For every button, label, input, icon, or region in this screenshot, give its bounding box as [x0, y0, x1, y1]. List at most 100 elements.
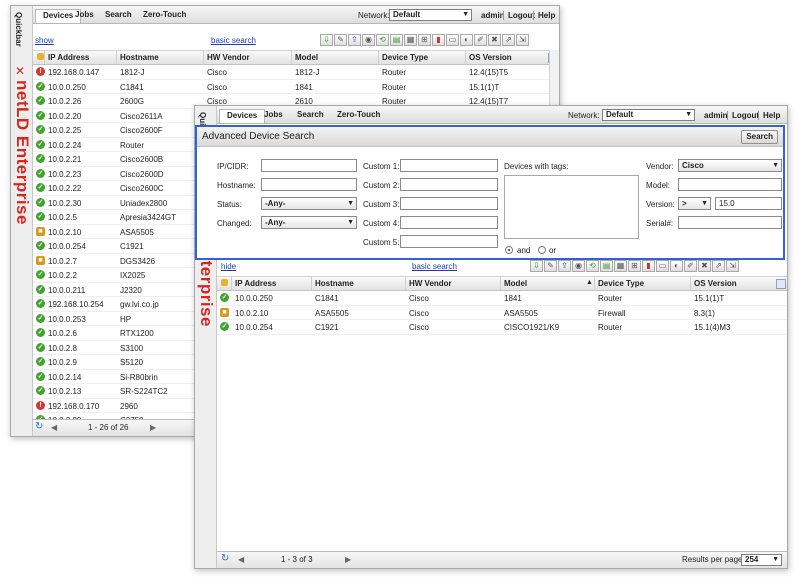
tree-icon[interactable]: ⊞ [628, 260, 641, 272]
column-header-os-version[interactable]: OS Version [694, 279, 737, 288]
cell-ip-address: 10.0.0.211 [48, 285, 86, 295]
tab-zero-touch[interactable]: Zero-Touch [143, 10, 186, 19]
column-header-device-type[interactable]: Device Type [598, 279, 644, 288]
import-icon[interactable]: ⇩ [320, 34, 333, 46]
column-header-ip-address[interactable]: IP Address [235, 279, 276, 288]
status-ok-icon: ✓ [36, 328, 45, 337]
cell-hostname: HP [120, 314, 132, 324]
column-header-hostname[interactable]: Hostname [120, 53, 159, 62]
discover-icon[interactable]: ✎ [544, 260, 557, 272]
backup-icon[interactable]: ⟲ [376, 34, 389, 46]
column-header-ip-address[interactable]: IP Address [48, 53, 89, 62]
report-icon[interactable]: ▭ [656, 260, 669, 272]
column-header-hw-vendor[interactable]: HW Vendor [207, 53, 250, 62]
status-column-icon[interactable] [221, 279, 228, 286]
column-header-hw-vendor[interactable]: HW Vendor [409, 279, 452, 288]
device-search-window-front: Quickbar ✕ netLD Enterprise Devices Jobs… [194, 105, 788, 569]
edit-icon[interactable]: ✐ [474, 34, 487, 46]
cell-ip-address: 10.0.2.5 [48, 213, 77, 222]
table-row[interactable]: ✓ 10.0.0.250 C1841 Cisco 1841 Router 15.1(1)T [217, 291, 787, 306]
previous-page-icon[interactable]: ◀ [51, 423, 57, 432]
column-header-os-version[interactable]: OS Version [469, 53, 512, 62]
status-ok-icon: ✓ [36, 371, 45, 381]
cell-hostname: Apresia3424GT [120, 213, 177, 222]
network-select[interactable]: Default ▼ [389, 9, 472, 21]
help-link[interactable]: Help [533, 11, 555, 20]
column-header-model[interactable]: Model [295, 53, 318, 62]
tab-search[interactable]: Search [105, 10, 132, 19]
show-search-toggle[interactable]: show [35, 36, 54, 45]
cell-hostname: Cisco2600D [120, 169, 164, 179]
export-icon[interactable]: ⇗ [712, 260, 725, 272]
script-icon[interactable]: ▤ [390, 34, 403, 46]
next-page-icon[interactable]: ▶ [150, 423, 156, 432]
results-per-page-label: Results per page: [682, 555, 745, 564]
backup-icon[interactable]: ⟲ [586, 260, 599, 272]
column-separator[interactable] [378, 51, 379, 64]
column-header-hostname[interactable]: Hostname [315, 279, 354, 288]
chart-icon[interactable]: ▮ [642, 260, 655, 272]
previous-page-icon[interactable]: ◀ [238, 555, 244, 564]
cell-ip-address: 192.168.10.254 [48, 300, 104, 309]
status-ok-icon: ✓ [36, 139, 45, 149]
status-ok-icon: ✓ [36, 96, 45, 105]
export-icon[interactable]: ⇗ [502, 34, 515, 46]
table-row[interactable]: ✓ 10.0.0.250 C1841 Cisco 1841 Router 15.1(1)T [33, 80, 559, 94]
grid-view-icon[interactable]: ▦ [404, 34, 417, 46]
edit-icon[interactable]: ✐ [684, 260, 697, 272]
more-icon[interactable]: ⇲ [726, 260, 739, 272]
column-separator[interactable] [690, 277, 691, 290]
column-separator[interactable] [116, 51, 117, 64]
table-row[interactable]: ■ 10.0.2.10 ASA5505 Cisco ASA5505 Firewall 8.3… [217, 306, 787, 320]
cell-hostname: ASA5505 [120, 227, 154, 237]
grid-view-icon[interactable]: ▦ [614, 260, 627, 272]
discover-icon[interactable]: ✎ [334, 34, 347, 46]
delete-icon[interactable]: ✖ [698, 260, 711, 272]
tree-icon[interactable]: ⊞ [418, 34, 431, 46]
admin-link[interactable]: admin [481, 11, 505, 20]
more-icon[interactable]: ⇲ [516, 34, 529, 46]
status-column-icon[interactable] [37, 53, 44, 60]
view-icon[interactable]: ◉ [572, 260, 585, 272]
column-separator[interactable] [405, 277, 406, 290]
refresh-icon[interactable]: ↻ [221, 553, 229, 564]
compliance-icon[interactable]: ◐ [670, 260, 683, 272]
column-header-model[interactable]: Model [504, 279, 527, 288]
deploy-icon[interactable]: ⇪ [348, 34, 361, 46]
table-row[interactable]: ✓ 10.0.0.254 C1921 Cisco CISCO1921/K9 Router 1… [217, 320, 787, 335]
status-warning-icon: ■ [220, 307, 229, 317]
column-header-device-type[interactable]: Device Type [382, 53, 428, 62]
column-separator[interactable] [44, 51, 45, 64]
report-icon[interactable]: ▭ [446, 34, 459, 46]
view-icon[interactable]: ◉ [362, 34, 375, 46]
status-error-icon: ! [36, 67, 45, 76]
column-separator[interactable] [465, 51, 466, 64]
column-separator[interactable] [203, 51, 204, 64]
results-per-page-select[interactable]: 254 ▼ [741, 554, 782, 566]
quickbar[interactable]: Quickbar ✕ netLD Enterprise [11, 6, 33, 436]
script-icon[interactable]: ▤ [600, 260, 613, 272]
column-separator[interactable] [500, 277, 501, 290]
chart-icon[interactable]: ▮ [432, 34, 445, 46]
cell-hostname: 1812-J [120, 68, 145, 77]
compliance-icon[interactable]: ◐ [460, 34, 473, 46]
column-separator[interactable] [311, 277, 312, 290]
tab-jobs[interactable]: Jobs [75, 10, 94, 19]
basic-search-link[interactable]: basic search [211, 36, 256, 45]
basic-search-link[interactable]: basic search [412, 262, 457, 271]
deploy-icon[interactable]: ⇪ [558, 260, 571, 272]
column-separator[interactable] [291, 51, 292, 64]
column-picker-icon[interactable] [776, 279, 786, 289]
hide-search-toggle[interactable]: hide [221, 262, 236, 271]
delete-icon[interactable]: ✖ [488, 34, 501, 46]
cell-hostname: ASA5505 [315, 308, 349, 318]
table-row[interactable]: ! 192.168.0.147 1812-J Cisco 1812-J Router 12.… [33, 65, 559, 80]
logout-link[interactable]: Logout [503, 11, 535, 20]
refresh-icon[interactable]: ↻ [35, 421, 43, 432]
import-icon[interactable]: ⇩ [530, 260, 543, 272]
column-separator[interactable] [231, 277, 232, 290]
sort-asc-icon[interactable]: ▲ [586, 279, 593, 286]
column-separator[interactable] [594, 277, 595, 290]
next-page-icon[interactable]: ▶ [345, 555, 351, 564]
cell-ip-address: 10.0.2.21 [48, 155, 82, 164]
